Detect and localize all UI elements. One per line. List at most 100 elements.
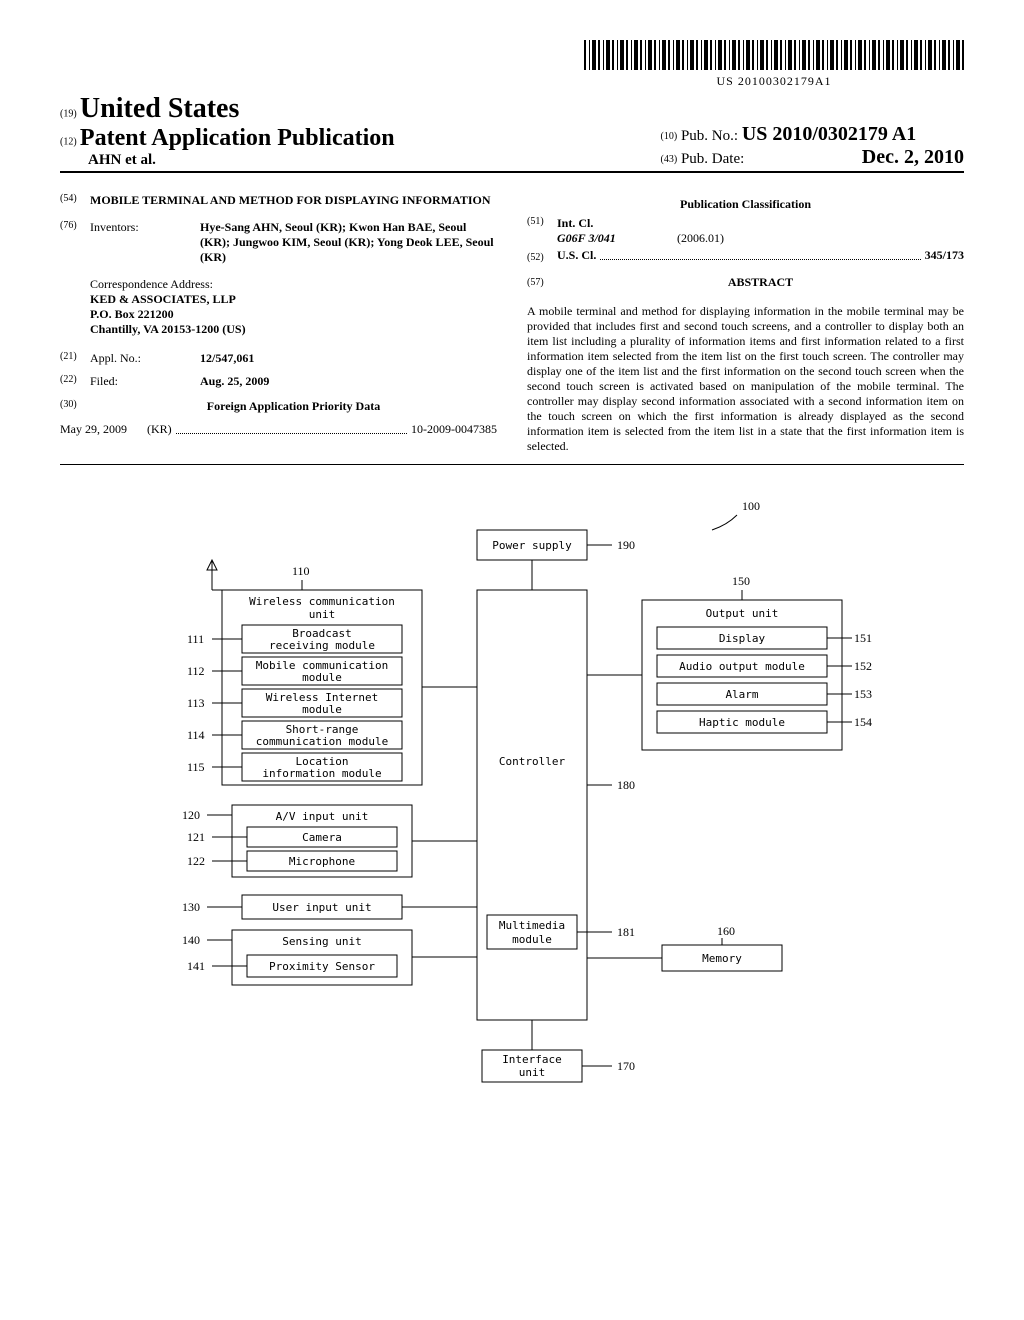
block-diagram: 100 Power supply 190 Controller 180 Mult… — [60, 495, 964, 1115]
n115: 115 — [187, 760, 205, 774]
uscl: 345/173 — [925, 248, 964, 263]
lbl-power: Power supply — [492, 539, 572, 552]
n76: (76) — [60, 220, 90, 265]
lbl-bc2: receiving module — [269, 639, 375, 652]
pubdate: Dec. 2, 2010 — [862, 146, 964, 168]
n153: 153 — [854, 687, 872, 701]
header-left: (19) United States (12) Patent Applicati… — [60, 93, 395, 169]
dotted-leader — [176, 433, 407, 434]
lbl-if2: unit — [519, 1066, 546, 1079]
n141: 141 — [187, 959, 205, 973]
lbl-sr2: communication module — [256, 735, 388, 748]
inventors-label: Inventors: — [90, 220, 200, 265]
lbl-prox: Proximity Sensor — [269, 960, 375, 973]
n160: 160 — [717, 924, 735, 938]
foreign-hdr: Foreign Application Priority Data — [207, 399, 380, 413]
lbl-controller: Controller — [499, 755, 566, 768]
inventors-text: Hye-Sang AHN, Seoul (KR); Kwon Han BAE, … — [200, 220, 494, 264]
foreign-no: 10-2009-0047385 — [411, 422, 497, 437]
appl-no: 12/547,061 — [200, 351, 254, 365]
lbl-av: A/V input unit — [276, 810, 369, 823]
n110: 110 — [292, 564, 310, 578]
n121: 121 — [187, 830, 205, 844]
invention-title: MOBILE TERMINAL AND METHOD FOR DISPLAYIN… — [90, 193, 491, 208]
n52: (52) — [527, 252, 557, 263]
abstract-hdr: ABSTRACT — [557, 275, 964, 290]
lbl-output: Output unit — [706, 607, 779, 620]
intcl-year: (2006.01) — [677, 231, 724, 246]
pubno-label: Pub. No.: — [681, 128, 738, 144]
n151: 151 — [854, 631, 872, 645]
lbl-display: Display — [719, 632, 766, 645]
pubno: US 2010/0302179 A1 — [742, 123, 916, 145]
n51: (51) — [527, 216, 557, 231]
n112: 112 — [187, 664, 205, 678]
lbl-ui: User input unit — [272, 901, 371, 914]
lbl-mm2: module — [512, 933, 552, 946]
n170: 170 — [617, 1059, 635, 1073]
barcode-area: US 20100302179A1 — [60, 40, 964, 89]
n22: (22) — [60, 374, 90, 389]
lbl-wcu2: unit — [309, 608, 336, 621]
n113: 113 — [187, 696, 205, 710]
ref-100-arrow — [712, 515, 737, 530]
n190: 190 — [617, 538, 635, 552]
lbl-if1: Interface — [502, 1053, 562, 1066]
n57: (57) — [527, 277, 557, 288]
lbl-alarm: Alarm — [725, 688, 758, 701]
diagram-svg: 100 Power supply 190 Controller 180 Mult… — [152, 495, 872, 1115]
corr1: KED & ASSOCIATES, LLP — [90, 292, 236, 306]
lbl-memory: Memory — [702, 952, 742, 965]
intcl-code: G06F 3/041 — [557, 231, 616, 245]
box-controller — [477, 590, 587, 1020]
lbl-mm1: Multimedia — [499, 919, 565, 932]
n30: (30) — [60, 399, 90, 414]
pubclass-hdr: Publication Classification — [527, 197, 964, 212]
filed-label: Filed: — [90, 374, 200, 389]
lbl-wcu1: Wireless communication — [249, 595, 395, 608]
lbl-loc2: information module — [262, 767, 381, 780]
pubdate-label: Pub. Date: — [681, 151, 744, 167]
foreign-cc: (KR) — [147, 422, 172, 437]
n152: 152 — [854, 659, 872, 673]
header-row: (19) United States (12) Patent Applicati… — [60, 93, 964, 173]
pub-type: Patent Application Publication — [80, 125, 395, 151]
lbl-cam: Camera — [302, 831, 342, 844]
biblio-columns: (54) MOBILE TERMINAL AND METHOD FOR DISP… — [60, 193, 964, 465]
country: United States — [80, 93, 239, 124]
correspondence-block: Correspondence Address: KED & ASSOCIATES… — [90, 277, 497, 337]
corr3: Chantilly, VA 20153-1200 (US) — [90, 322, 246, 336]
foreign-date: May 29, 2009 — [60, 422, 127, 437]
n150: 150 — [732, 574, 750, 588]
n120: 120 — [182, 808, 200, 822]
uscl-label: U.S. Cl. — [557, 248, 596, 263]
n54: (54) — [60, 193, 90, 208]
intcl-label: Int. Cl. — [557, 216, 593, 230]
abstract-text: A mobile terminal and method for display… — [527, 304, 964, 454]
n181: 181 — [617, 925, 635, 939]
barcode-text: US 20100302179A1 — [584, 74, 964, 89]
lbl-haptic: Haptic module — [699, 716, 785, 729]
inventors: Hye-Sang AHN, Seoul (KR); Kwon Han BAE, … — [200, 220, 497, 265]
n19: (19) — [60, 109, 77, 120]
header-right: (10) Pub. No.: US 2010/0302179 A1 (43) P… — [661, 123, 964, 169]
n122: 122 — [187, 854, 205, 868]
n43: (43) — [661, 154, 678, 165]
lbl-mic: Microphone — [289, 855, 355, 868]
ref-100: 100 — [742, 499, 760, 513]
lbl-mo2: module — [302, 671, 342, 684]
n114: 114 — [187, 728, 205, 742]
n111: 111 — [187, 632, 204, 646]
barcode-graphic — [584, 40, 964, 70]
right-column: Publication Classification (51) Int. Cl.… — [527, 193, 964, 454]
authors: AHN et al. — [88, 152, 156, 168]
corr2: P.O. Box 221200 — [90, 307, 174, 321]
n12: (12) — [60, 137, 77, 148]
n10: (10) — [661, 131, 678, 142]
n21: (21) — [60, 351, 90, 366]
filed-date: Aug. 25, 2009 — [200, 374, 269, 388]
lbl-audio: Audio output module — [679, 660, 805, 673]
corr-label: Correspondence Address: — [90, 277, 497, 292]
lbl-sense: Sensing unit — [282, 935, 361, 948]
n140: 140 — [182, 933, 200, 947]
